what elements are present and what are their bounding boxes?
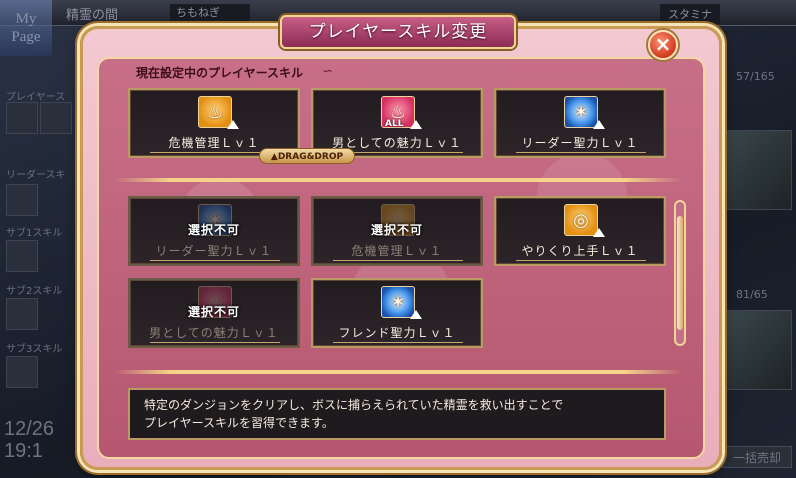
dialog-title: プレイヤースキル変更 bbox=[280, 15, 516, 49]
boots-icon: ♨ bbox=[198, 96, 239, 129]
all-tag: ALL bbox=[385, 119, 404, 129]
rank-triangle-icon bbox=[593, 120, 605, 129]
crystal-icon: ✶ bbox=[564, 96, 605, 129]
card-thumbnail[interactable] bbox=[712, 310, 792, 390]
skill-slot[interactable] bbox=[6, 298, 38, 330]
sidebar-label: サブ1スキル bbox=[6, 228, 63, 239]
locked-label: 選択不可 bbox=[187, 305, 240, 319]
skill-slot[interactable] bbox=[6, 184, 38, 216]
bulk-sell-button[interactable]: 一括売却 bbox=[722, 446, 792, 468]
coin-icon: ◎ bbox=[564, 204, 605, 237]
locked-label: 選択不可 bbox=[370, 223, 423, 237]
divider bbox=[333, 342, 463, 343]
sidebar-label: サブ2スキル bbox=[6, 286, 63, 297]
description-line: 特定のダンジョンをクリアし、ボスに捕らえられていた精霊を救い出すことで bbox=[144, 398, 564, 412]
current-skill-slot[interactable]: ✶ リーダー聖力Ｌｖ１ bbox=[494, 88, 666, 158]
skill-slot[interactable] bbox=[6, 102, 38, 134]
available-skill-card[interactable]: ♨ 選択不可 危機管理Ｌｖ１ bbox=[311, 196, 483, 266]
skill-name: 危機管理Ｌｖ１ bbox=[351, 244, 443, 258]
current-skill-label: 現在設定中のプレイヤースキル bbox=[136, 66, 304, 80]
crystal-icon: ✶ bbox=[381, 286, 422, 319]
sidebar-label: リーダースキ bbox=[6, 170, 66, 181]
skill-slot[interactable] bbox=[6, 240, 38, 272]
divider bbox=[150, 260, 280, 261]
location-title: 精霊の間 bbox=[66, 8, 119, 23]
skill-list-scrollbar[interactable] bbox=[674, 200, 686, 346]
rank-triangle-icon bbox=[410, 120, 422, 129]
date-text: 12/26 bbox=[4, 418, 55, 440]
close-button[interactable]: × bbox=[648, 30, 678, 60]
skill-name: フレンド聖力Ｌｖ１ bbox=[338, 326, 456, 340]
skill-description: 特定のダンジョンをクリアし、ボスに捕らえられていた精霊を救い出すことで プレイヤ… bbox=[128, 388, 666, 440]
skill-slot[interactable] bbox=[40, 102, 72, 134]
section-divider bbox=[114, 370, 682, 374]
sidebar-label: サブ3スキル bbox=[6, 344, 63, 355]
skill-name: リーダー聖力Ｌｖ１ bbox=[521, 136, 639, 150]
skill-slot[interactable] bbox=[6, 356, 38, 388]
divider bbox=[333, 260, 463, 261]
available-skill-card[interactable]: ✶ 選択不可 リーダー聖力Ｌｖ１ bbox=[128, 196, 300, 266]
locked-label: 選択不可 bbox=[187, 223, 240, 237]
skill-sidebar: プレイヤース リーダースキ サブ1スキル サブ2スキル サブ3スキル bbox=[0, 80, 78, 400]
available-skill-card[interactable]: ♨ 選択不可 男としての魅力Ｌｖ１ bbox=[128, 278, 300, 348]
counter-text: 81/65 bbox=[736, 288, 768, 301]
drag-drop-badge: ▲DRAG&DROP bbox=[259, 148, 355, 164]
description-line: プレイヤースキルを習得できます。 bbox=[144, 416, 334, 430]
divider bbox=[150, 342, 280, 343]
skill-name: 男としての魅力Ｌｖ１ bbox=[149, 326, 279, 340]
sidebar-label: プレイヤース bbox=[6, 92, 66, 103]
boots-all-icon: ♨ ALL bbox=[381, 96, 422, 129]
section-divider bbox=[114, 178, 682, 182]
skill-name: やりくり上手Ｌｖ１ bbox=[521, 244, 639, 258]
mypage-button[interactable]: My Page bbox=[0, 0, 52, 56]
skill-name: リーダー聖力Ｌｖ１ bbox=[155, 244, 273, 258]
rank-triangle-icon bbox=[593, 228, 605, 237]
time-text: 19:1 bbox=[4, 440, 43, 462]
player-name: ちもねぎ bbox=[170, 4, 250, 22]
available-skill-card[interactable]: ✶ フレンド聖力Ｌｖ１ bbox=[311, 278, 483, 348]
stamina-label: スタミナ bbox=[660, 4, 720, 24]
clock: 12/26 19:1 bbox=[4, 418, 54, 462]
scrollbar-thumb[interactable] bbox=[677, 216, 683, 330]
counter-text: 57/165 bbox=[736, 70, 775, 83]
swirl-ornament-icon: ∽ bbox=[322, 64, 333, 79]
rank-triangle-icon bbox=[410, 310, 422, 319]
available-skill-card[interactable]: ◎ やりくり上手Ｌｖ１ bbox=[494, 196, 666, 266]
rank-triangle-icon bbox=[227, 120, 239, 129]
card-thumbnail[interactable] bbox=[712, 130, 792, 210]
divider bbox=[516, 260, 646, 261]
divider bbox=[516, 152, 646, 153]
